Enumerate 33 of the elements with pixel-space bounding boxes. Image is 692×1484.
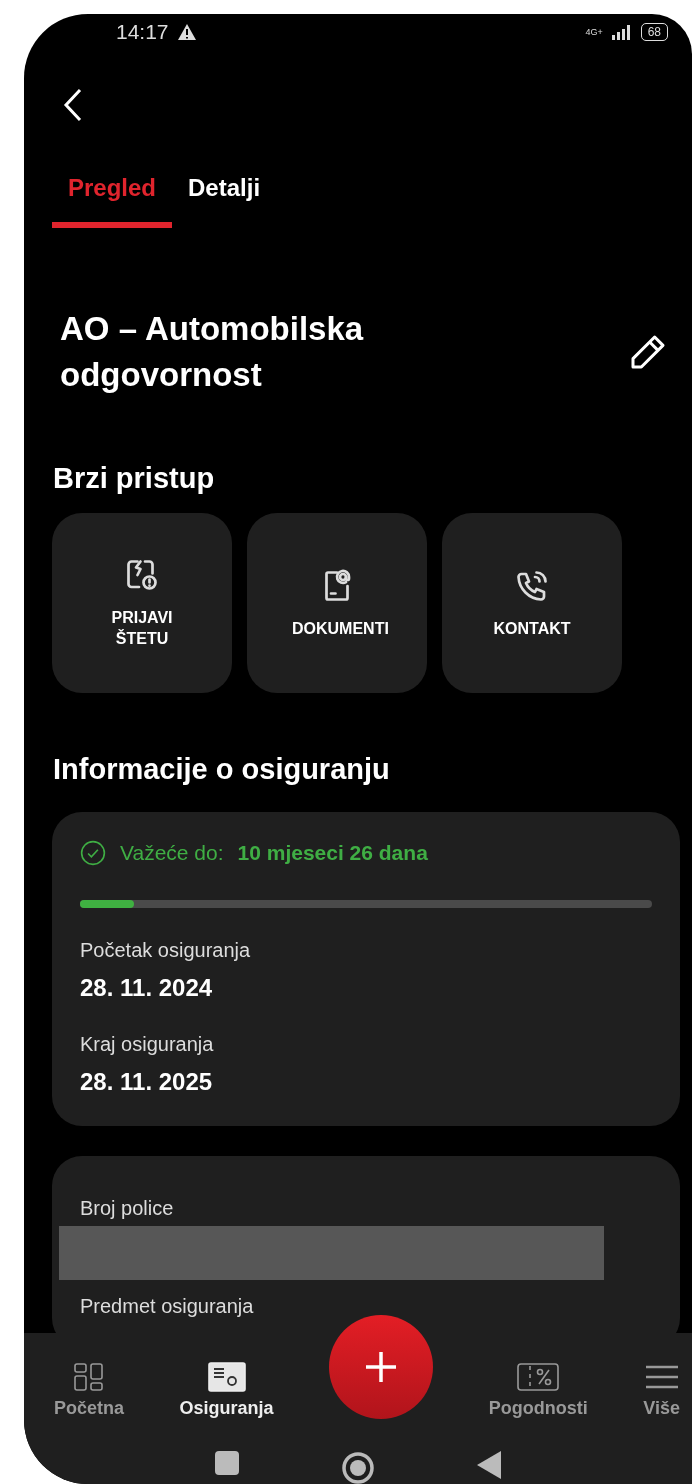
field-value: 28. 11. 2024 xyxy=(80,974,214,1002)
tab[interactable]: Pregled xyxy=(52,174,173,228)
validity-label: Važeće do: xyxy=(120,841,224,865)
home-icon[interactable] xyxy=(340,1450,376,1484)
validity-value: 10 mjeseci 26 dana xyxy=(237,841,428,865)
field-value: 28. 11. 2025 xyxy=(80,1068,214,1096)
quick-access-button[interactable]: PRIJAVI ŠTETU xyxy=(52,513,232,693)
email-card-icon xyxy=(207,1362,246,1392)
section-heading: Brzi pristup xyxy=(52,462,216,495)
warning-icon xyxy=(176,23,197,41)
tab[interactable]: Detalji xyxy=(172,174,277,228)
nav-item[interactable]: Osiguranja xyxy=(179,1362,274,1419)
discount-ticket-icon xyxy=(517,1362,560,1392)
nav-item[interactable]: Više xyxy=(643,1362,680,1419)
nav-item[interactable]: Početna xyxy=(54,1362,125,1419)
cracked-document-icon xyxy=(124,557,160,593)
policy-title: AO – Automobilska odgovornost xyxy=(60,309,365,395)
check-circle-icon xyxy=(80,840,106,866)
quick-access-button[interactable]: KONTAKT xyxy=(442,513,622,693)
section-heading: Informacije o osiguranju xyxy=(52,753,391,786)
field-label: Predmet osiguranja xyxy=(80,1294,255,1318)
quick-access-button[interactable]: DOKUMENTI xyxy=(247,513,427,693)
network-type: 4G+ xyxy=(585,27,603,37)
back-icon[interactable] xyxy=(476,1450,502,1480)
field-label: Broj police xyxy=(80,1196,175,1220)
field-label: Kraj osiguranja xyxy=(80,1032,215,1056)
nav-item[interactable]: Pogodnosti xyxy=(488,1362,588,1419)
dashboard-icon xyxy=(73,1362,105,1392)
field-label: Početak osiguranja xyxy=(80,938,252,962)
signal-icon xyxy=(610,24,633,40)
status-time: 14:17 xyxy=(116,20,169,44)
battery-level: 68 xyxy=(640,23,668,41)
recents-icon[interactable] xyxy=(214,1450,240,1476)
